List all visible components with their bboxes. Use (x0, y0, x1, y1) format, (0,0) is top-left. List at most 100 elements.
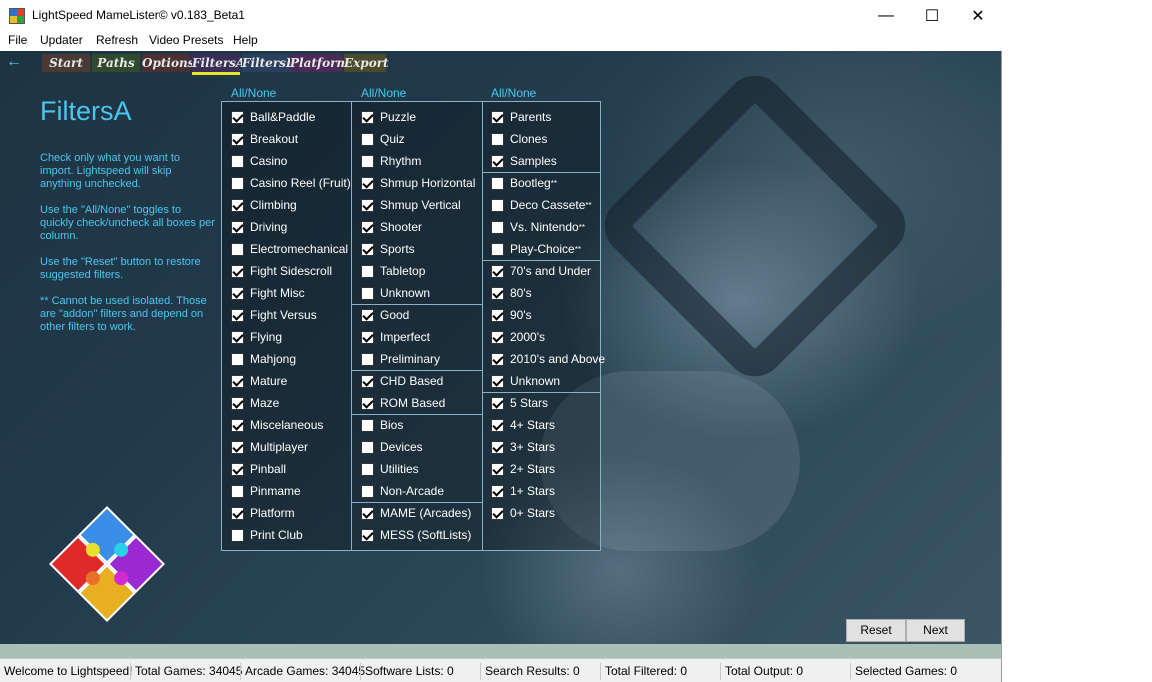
minimize-button[interactable]: — (863, 0, 909, 31)
filter-checkbox-row[interactable]: 2000's (491, 326, 545, 348)
allnone-toggle-col3[interactable]: All/None (491, 86, 536, 100)
filter-checkbox-row[interactable]: Mature (231, 370, 287, 392)
filter-checkbox-row[interactable]: Multiplayer (231, 436, 308, 458)
filter-checkbox-row[interactable]: Tabletop (361, 260, 425, 282)
checkbox[interactable] (491, 110, 504, 124)
filter-checkbox-row[interactable]: Ball&Paddle (231, 106, 315, 128)
checkbox[interactable] (491, 330, 504, 344)
filter-checkbox-row[interactable]: 2010's and Above (491, 348, 605, 370)
filter-checkbox-row[interactable]: Casino Reel (Fruit) (231, 172, 351, 194)
checkbox[interactable] (231, 308, 244, 322)
filter-checkbox-row[interactable]: Fight Sidescroll (231, 260, 332, 282)
filter-checkbox-row[interactable]: Samples (491, 150, 557, 172)
filter-checkbox-row[interactable]: Casino (231, 150, 287, 172)
back-arrow-icon[interactable]: ← (6, 53, 22, 71)
checkbox[interactable] (231, 132, 244, 146)
filter-checkbox-row[interactable]: MAME (Arcades) (361, 502, 471, 524)
filter-checkbox-row[interactable]: Maze (231, 392, 279, 414)
checkbox[interactable] (491, 484, 504, 498)
checkbox[interactable] (491, 352, 504, 366)
filter-checkbox-row[interactable]: Deco Cassete ** (491, 194, 592, 216)
checkbox[interactable] (361, 506, 374, 520)
checkbox[interactable] (361, 242, 374, 256)
checkbox[interactable] (361, 528, 374, 542)
filter-checkbox-row[interactable]: Climbing (231, 194, 297, 216)
filter-checkbox-row[interactable]: MESS (SoftLists) (361, 524, 471, 546)
filter-checkbox-row[interactable]: Mahjong (231, 348, 296, 370)
filter-checkbox-row[interactable]: Unknown (361, 282, 430, 304)
checkbox[interactable] (361, 264, 374, 278)
filter-checkbox-row[interactable]: Devices (361, 436, 423, 458)
checkbox[interactable] (231, 484, 244, 498)
filter-checkbox-row[interactable]: Bootleg ** (491, 172, 557, 194)
filter-checkbox-row[interactable]: Breakout (231, 128, 298, 150)
filter-checkbox-row[interactable]: Flying (231, 326, 282, 348)
checkbox[interactable] (231, 176, 244, 190)
checkbox[interactable] (231, 198, 244, 212)
filter-checkbox-row[interactable]: Clones (491, 128, 547, 150)
checkbox[interactable] (231, 154, 244, 168)
filter-checkbox-row[interactable]: 1+ Stars (491, 480, 555, 502)
filter-checkbox-row[interactable]: 70's and Under (491, 260, 591, 282)
tab-export[interactable]: Export (344, 54, 389, 72)
checkbox[interactable] (361, 330, 374, 344)
filter-checkbox-row[interactable]: Utilities (361, 458, 419, 480)
checkbox[interactable] (231, 418, 244, 432)
maximize-button[interactable]: ☐ (909, 0, 955, 31)
checkbox[interactable] (231, 110, 244, 124)
filter-checkbox-row[interactable]: Miscelaneous (231, 414, 323, 436)
checkbox[interactable] (361, 220, 374, 234)
filter-checkbox-row[interactable]: Parents (491, 106, 551, 128)
filter-checkbox-row[interactable]: CHD Based (361, 370, 443, 392)
filter-checkbox-row[interactable]: Print Club (231, 524, 303, 546)
checkbox[interactable] (491, 154, 504, 168)
checkbox[interactable] (231, 330, 244, 344)
filter-checkbox-row[interactable]: 0+ Stars (491, 502, 555, 524)
filter-checkbox-row[interactable]: Fight Versus (231, 304, 317, 326)
checkbox[interactable] (361, 418, 374, 432)
checkbox[interactable] (491, 132, 504, 146)
filter-checkbox-row[interactable]: Pinball (231, 458, 286, 480)
checkbox[interactable] (361, 352, 374, 366)
filter-checkbox-row[interactable]: 5 Stars (491, 392, 548, 414)
filter-checkbox-row[interactable]: 3+ Stars (491, 436, 555, 458)
checkbox[interactable] (231, 440, 244, 454)
checkbox[interactable] (491, 264, 504, 278)
filter-checkbox-row[interactable]: Shmup Horizontal (361, 172, 475, 194)
checkbox[interactable] (491, 198, 504, 212)
menu-updater[interactable]: Updater (40, 33, 83, 47)
filter-checkbox-row[interactable]: Driving (231, 216, 287, 238)
next-button[interactable]: Next (906, 619, 965, 642)
checkbox[interactable] (361, 154, 374, 168)
filter-checkbox-row[interactable]: Preliminary (361, 348, 440, 370)
tab-start[interactable]: Start (42, 54, 90, 72)
checkbox[interactable] (361, 132, 374, 146)
checkbox[interactable] (231, 286, 244, 300)
allnone-toggle-col1[interactable]: All/None (231, 86, 276, 100)
filter-checkbox-row[interactable]: Vs. Nintendo ** (491, 216, 585, 238)
checkbox[interactable] (361, 198, 374, 212)
filter-checkbox-row[interactable]: Electromechanical (231, 238, 348, 260)
checkbox[interactable] (361, 440, 374, 454)
checkbox[interactable] (491, 176, 504, 190)
checkbox[interactable] (231, 396, 244, 410)
checkbox[interactable] (231, 528, 244, 542)
tab-paths[interactable]: Paths (92, 54, 140, 72)
filter-checkbox-row[interactable]: Non-Arcade (361, 480, 444, 502)
filter-checkbox-row[interactable]: Unknown (491, 370, 560, 392)
tab-filtersb[interactable]: FiltersB (242, 54, 296, 72)
menu-video-presets[interactable]: Video Presets (149, 33, 224, 47)
checkbox[interactable] (361, 462, 374, 476)
filter-checkbox-row[interactable]: Shooter (361, 216, 422, 238)
filter-checkbox-row[interactable]: Quiz (361, 128, 405, 150)
filter-checkbox-row[interactable]: 90's (491, 304, 532, 326)
filter-checkbox-row[interactable]: Puzzle (361, 106, 416, 128)
close-button[interactable]: ✕ (955, 0, 1001, 31)
checkbox[interactable] (491, 220, 504, 234)
checkbox[interactable] (491, 374, 504, 388)
checkbox[interactable] (491, 242, 504, 256)
checkbox[interactable] (361, 110, 374, 124)
checkbox[interactable] (231, 352, 244, 366)
filter-checkbox-row[interactable]: Rhythm (361, 150, 421, 172)
filter-checkbox-row[interactable]: 2+ Stars (491, 458, 555, 480)
